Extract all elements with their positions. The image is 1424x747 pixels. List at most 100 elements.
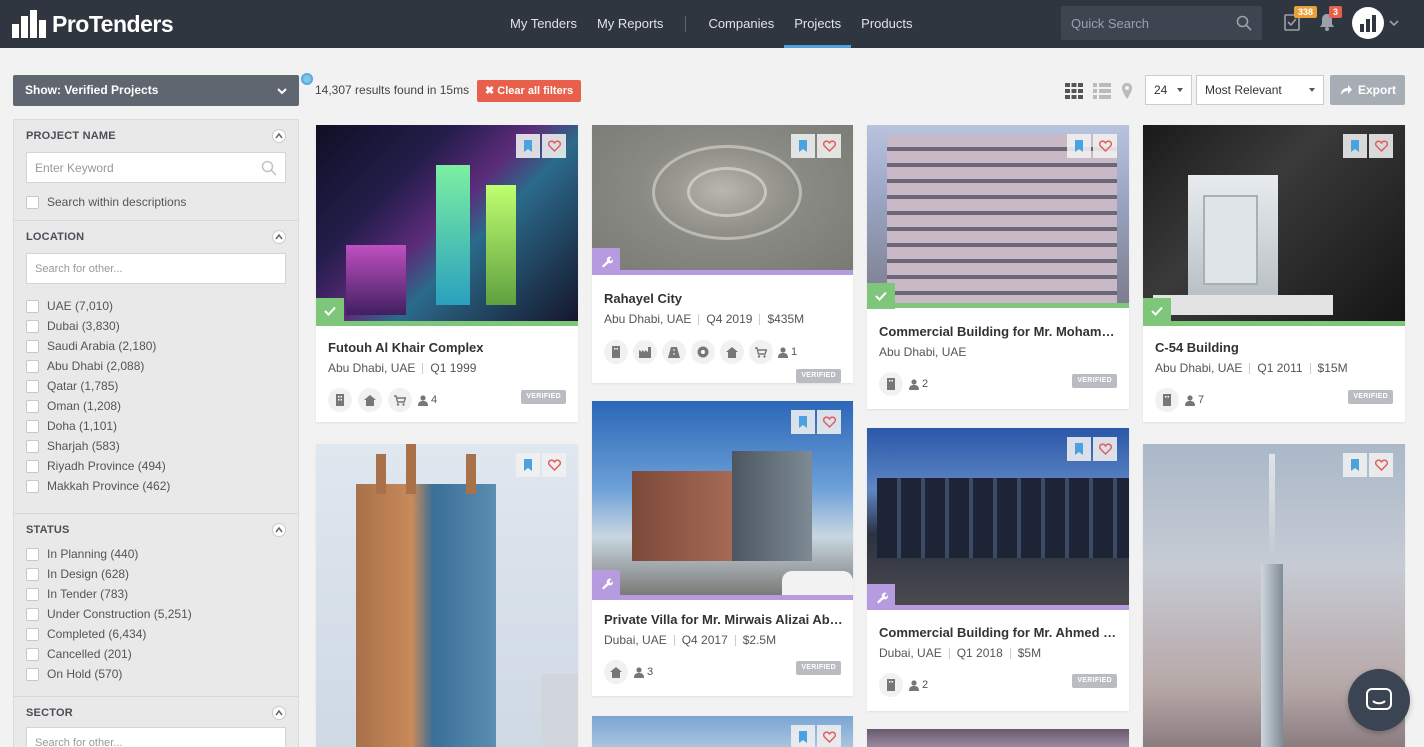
building-icon	[879, 673, 903, 697]
nav-my-tenders[interactable]: My Tenders	[500, 0, 587, 48]
project-card[interactable]	[867, 729, 1129, 747]
clear-filters-button[interactable]: ✖ Clear all filters	[477, 80, 582, 102]
grid-view-icon[interactable]	[1065, 82, 1083, 100]
location-option[interactable]: Oman (1,208)	[26, 396, 286, 416]
contacts-count-value: 3	[647, 666, 654, 678]
bookmark-icon[interactable]	[1343, 453, 1367, 477]
location-option[interactable]: Makkah Province (462)	[26, 476, 286, 496]
location-option[interactable]: Qatar (1,785)	[26, 376, 286, 396]
option-label: Under Construction (5,251)	[47, 607, 192, 621]
heart-icon[interactable]	[817, 410, 841, 434]
location-option[interactable]: Dubai (3,830)	[26, 316, 286, 336]
project-value: $5M	[1017, 646, 1042, 660]
user-avatar[interactable]	[1352, 7, 1384, 39]
heart-icon[interactable]	[1369, 453, 1393, 477]
alerts-count-badge: 3	[1329, 6, 1343, 18]
project-card[interactable]	[592, 716, 853, 747]
collapse-toggle-icon[interactable]	[272, 523, 286, 537]
location-option[interactable]: UAE (7,010)	[26, 296, 286, 316]
heart-icon[interactable]	[1093, 134, 1117, 158]
project-image[interactable]	[316, 444, 578, 747]
project-quarter: Q1 2011	[1257, 361, 1303, 375]
collapse-toggle-icon[interactable]	[272, 706, 286, 720]
verified-badge: VERIFIED	[521, 390, 566, 404]
chevron-down-icon[interactable]	[1388, 17, 1400, 29]
verified-badge: VERIFIED	[1072, 374, 1117, 388]
option-label: Sharjah (583)	[47, 439, 120, 453]
chat-launcher-button[interactable]	[1348, 669, 1410, 731]
bookmark-icon[interactable]	[1343, 134, 1367, 158]
bookmark-icon[interactable]	[516, 453, 540, 477]
sector-search-input[interactable]	[27, 728, 247, 747]
export-button[interactable]: Export	[1330, 75, 1405, 105]
location-option[interactable]: Riyadh Province (494)	[26, 456, 286, 476]
quick-search-input[interactable]	[1061, 6, 1231, 40]
heart-icon[interactable]	[817, 725, 841, 747]
show-projects-select[interactable]: Show: Verified Projects	[13, 75, 299, 106]
location-option[interactable]: Saudi Arabia (2,180)	[26, 336, 286, 356]
project-location: Abu Dhabi, UAE	[879, 345, 967, 359]
bookmark-icon[interactable]	[516, 134, 540, 158]
contacts-count: 1	[778, 346, 797, 358]
nav-products[interactable]: Products	[851, 0, 922, 48]
heart-icon[interactable]	[1093, 437, 1117, 461]
option-label: Doha (1,101)	[47, 419, 118, 433]
bookmark-icon[interactable]	[1067, 134, 1091, 158]
project-card[interactable]: Rahayel City Abu Dhabi, UAE Q4 2019 $435M …	[592, 125, 853, 383]
project-card[interactable]: Commercial Building for Mr. Mohammed... …	[867, 125, 1129, 409]
project-card[interactable]: Private Villa for Mr. Mirwais Alizai Abd…	[592, 401, 853, 696]
project-title[interactable]: Rahayel City	[604, 291, 841, 306]
bookmark-icon[interactable]	[791, 725, 815, 747]
nav-my-reports[interactable]: My Reports	[587, 0, 673, 48]
notifications-button[interactable]: 3	[1317, 6, 1343, 34]
map-pin-icon[interactable]	[1118, 82, 1136, 100]
heart-icon[interactable]	[542, 134, 566, 158]
status-stripe	[592, 270, 853, 275]
protenders-logo[interactable]: ProTenders	[12, 7, 174, 41]
search-descriptions-checkbox[interactable]: Search within descriptions	[26, 192, 286, 212]
status-option[interactable]: Cancelled (201)	[26, 644, 286, 664]
collapse-toggle-icon[interactable]	[272, 129, 286, 143]
status-option[interactable]: On Hold (570)	[26, 664, 286, 684]
bookmark-icon[interactable]	[791, 134, 815, 158]
status-option[interactable]: In Tender (783)	[26, 584, 286, 604]
nav-companies[interactable]: Companies	[698, 0, 784, 48]
bookmark-icon[interactable]	[1067, 437, 1091, 461]
collapse-toggle-icon[interactable]	[272, 230, 286, 244]
status-option[interactable]: Under Construction (5,251)	[26, 604, 286, 624]
heart-icon[interactable]	[542, 453, 566, 477]
option-label: Oman (1,208)	[47, 399, 122, 413]
status-option[interactable]: In Design (628)	[26, 564, 286, 584]
project-card[interactable]	[316, 444, 578, 747]
card-actions	[791, 134, 841, 158]
location-option[interactable]: Abu Dhabi (2,088)	[26, 356, 286, 376]
checkbox-icon	[26, 667, 39, 681]
search-icon[interactable]	[1236, 15, 1252, 31]
location-option[interactable]: Doha (1,101)	[26, 416, 286, 436]
sort-select[interactable]: Most Relevant	[1196, 75, 1324, 105]
bookmark-icon[interactable]	[791, 410, 815, 434]
location-search-field	[26, 253, 286, 284]
project-title[interactable]: Commercial Building for Mr. Mohammed...	[879, 324, 1119, 339]
status-option[interactable]: In Planning (440)	[26, 544, 286, 564]
loading-spinner-icon	[301, 73, 313, 85]
checkbox-icon	[26, 419, 39, 433]
per-page-select[interactable]: 24	[1145, 75, 1192, 105]
heart-icon[interactable]	[1369, 134, 1393, 158]
status-option[interactable]: Completed (6,434)	[26, 624, 286, 644]
project-title[interactable]: Futouh Al Khair Complex	[328, 340, 566, 355]
keyword-input[interactable]	[27, 153, 247, 182]
project-card[interactable]: Commercial Building for Mr. Ahmed Mo... …	[867, 428, 1129, 711]
list-view-icon[interactable]	[1093, 82, 1111, 100]
location-search-input[interactable]	[27, 254, 247, 283]
tasks-button[interactable]: 338	[1282, 6, 1318, 34]
project-card[interactable]: Futouh Al Khair Complex Abu Dhabi, UAE Q1…	[316, 125, 578, 422]
project-title[interactable]: Private Villa for Mr. Mirwais Alizai Abd…	[604, 612, 843, 627]
location-option[interactable]: Sharjah (583)	[26, 436, 286, 456]
project-title[interactable]: C-54 Building	[1155, 340, 1393, 355]
option-label: Makkah Province (462)	[47, 479, 171, 493]
project-title[interactable]: Commercial Building for Mr. Ahmed Mo...	[879, 625, 1119, 640]
heart-icon[interactable]	[817, 134, 841, 158]
nav-projects[interactable]: Projects	[784, 0, 852, 48]
project-card[interactable]: C-54 Building Abu Dhabi, UAE Q1 2011 $15M …	[1143, 125, 1405, 422]
